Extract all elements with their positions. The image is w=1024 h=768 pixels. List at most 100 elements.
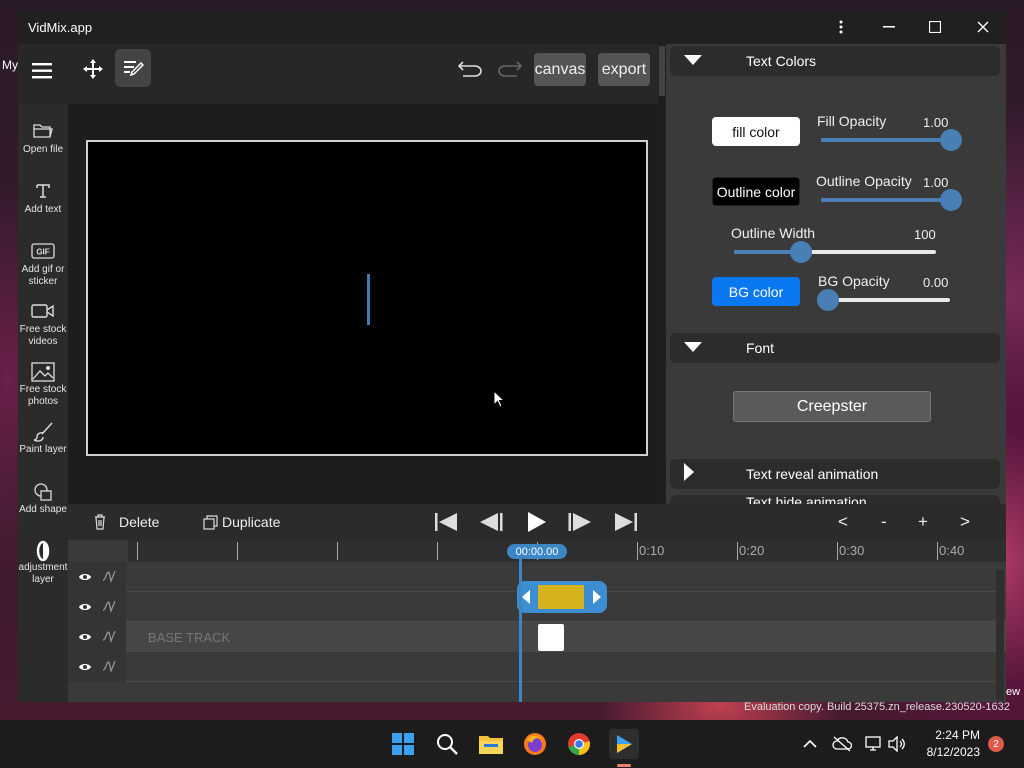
curve-icon[interactable] (102, 659, 116, 678)
file-explorer-icon[interactable] (477, 730, 505, 758)
section-text-reveal[interactable]: Text reveal animation (670, 459, 1000, 489)
step-forward-icon[interactable] (568, 511, 592, 533)
clip-right-handle-icon[interactable] (593, 590, 601, 609)
undo-icon[interactable] (456, 58, 484, 78)
gif-icon: GIF (18, 242, 68, 262)
redo-icon[interactable] (496, 58, 524, 78)
section-text-colors[interactable]: Text Colors (670, 46, 1000, 76)
search-icon[interactable] (433, 730, 461, 758)
sidebar-item-stock-photos[interactable]: Free stock photos (18, 362, 68, 408)
section-title: Text Colors (746, 53, 817, 69)
bg-opacity-value: 0.00 (923, 275, 949, 290)
chevron-down-icon (684, 339, 702, 357)
fill-color-button[interactable]: fill color (712, 117, 800, 146)
base-track-clip[interactable] (538, 624, 564, 651)
sidebar-item-add-text[interactable]: Add text (18, 182, 68, 216)
outline-color-button[interactable]: Outline color (712, 177, 800, 206)
current-time-indicator[interactable]: 00:00.00 (507, 544, 567, 559)
eye-icon[interactable] (78, 630, 92, 648)
fill-opacity-label: Fill Opacity (817, 113, 887, 129)
sidebar-item-label: Free stock videos (19, 324, 67, 347)
export-button[interactable]: export (598, 53, 650, 86)
sidebar-item-add-gif[interactable]: GIF Add gif or sticker (18, 242, 68, 288)
vidmix-app-icon[interactable] (609, 729, 639, 759)
chrome-icon[interactable] (565, 730, 593, 758)
curve-icon[interactable] (102, 569, 116, 588)
hamburger-menu-icon[interactable] (28, 56, 58, 86)
evaluation-watermark: Evaluation copy. Build 25375.zn_release.… (744, 701, 1010, 713)
zoom-next-button[interactable]: > (960, 512, 970, 532)
tick-label: 0:20 (739, 543, 765, 558)
eye-icon[interactable] (78, 660, 92, 678)
bg-opacity-slider[interactable] (817, 289, 950, 311)
paintbrush-icon (18, 422, 68, 442)
more-options-icon[interactable] (818, 10, 864, 44)
zoom-prev-button[interactable]: < (838, 512, 848, 532)
close-button[interactable] (960, 10, 1006, 44)
sidebar-item-adjustment-layer[interactable]: adjustment layer (18, 540, 68, 586)
trash-icon[interactable] (92, 513, 108, 531)
sidebar-item-add-shape[interactable]: Add shape (18, 482, 68, 516)
left-sidebar: Open file Add text GIF Add gif or sticke… (18, 104, 68, 702)
eye-icon[interactable] (78, 570, 92, 588)
zoom-out-button[interactable]: - (881, 512, 887, 532)
step-back-icon[interactable] (479, 511, 503, 533)
zoom-in-button[interactable]: + (918, 512, 928, 532)
properties-panel: Text Colors fill color Fill Opacity 1.00… (666, 44, 1006, 504)
timeline-scrollbar[interactable] (996, 570, 1004, 700)
outline-opacity-slider[interactable] (821, 189, 962, 211)
sidebar-item-label: Add gif or sticker (21, 264, 65, 287)
canvas-button[interactable]: canvas (534, 53, 586, 86)
duplicate-button[interactable]: Duplicate (222, 514, 280, 530)
clip-left-handle-icon[interactable] (522, 590, 530, 609)
eye-icon[interactable] (78, 600, 92, 618)
volume-icon[interactable] (883, 730, 911, 758)
skip-to-end-icon[interactable] (614, 511, 638, 533)
curve-icon[interactable] (102, 599, 116, 618)
play-icon[interactable] (525, 511, 549, 533)
delete-button[interactable]: Delete (119, 514, 159, 530)
move-tool-icon[interactable] (78, 54, 108, 84)
duplicate-icon[interactable] (202, 514, 218, 530)
cloud-offline-icon[interactable] (828, 730, 856, 758)
clock[interactable]: 2:24 PM 8/12/2023 (920, 727, 980, 761)
base-track-label: BASE TRACK (148, 630, 231, 645)
section-title: Text hide animation (746, 495, 867, 504)
start-button[interactable] (389, 730, 417, 758)
maximize-button[interactable] (912, 10, 958, 44)
outline-width-slider[interactable] (734, 241, 936, 263)
section-text-hide[interactable]: Text hide animation (670, 495, 1000, 504)
track-row[interactable] (68, 652, 1006, 682)
section-font[interactable]: Font (670, 333, 1000, 363)
window-title: VidMix.app (28, 19, 93, 35)
text-clip-thumbnail (538, 585, 584, 609)
sidebar-item-label: adjustment layer (18, 562, 68, 585)
chevron-up-icon[interactable] (796, 730, 824, 758)
base-track-row[interactable]: BASE TRACK (68, 622, 1006, 652)
font-select-button[interactable]: Creepster (733, 391, 931, 422)
video-camera-icon (18, 302, 68, 322)
timeline-ruler[interactable]: 0:10 0:20 0:30 0:40 (128, 540, 1006, 562)
text-clip[interactable] (517, 581, 607, 613)
playhead[interactable] (519, 546, 522, 702)
skip-to-start-icon[interactable] (434, 511, 458, 533)
desktop-text-fragment-2: ew (1006, 686, 1021, 698)
app-window: VidMix.app canvas export Open file Add t… (18, 10, 1006, 702)
sidebar-item-paint-layer[interactable]: Paint layer (18, 422, 68, 456)
curve-icon[interactable] (102, 629, 116, 648)
bg-color-button[interactable]: BG color (712, 277, 800, 306)
sidebar-item-open-file[interactable]: Open file (18, 122, 68, 156)
taskbar: 2:24 PM 8/12/2023 2 (0, 720, 1024, 768)
outline-width-value: 100 (914, 227, 936, 242)
section-title: Font (746, 340, 775, 356)
desktop-text-fragment: My (2, 58, 18, 72)
firefox-icon[interactable] (521, 730, 549, 758)
notification-badge[interactable]: 2 (988, 736, 1004, 752)
fill-opacity-slider[interactable] (821, 129, 962, 151)
sidebar-item-label: Add shape (19, 504, 67, 515)
toolbar-scrollbar[interactable] (658, 44, 666, 504)
sidebar-item-stock-videos[interactable]: Free stock videos (18, 302, 68, 348)
preview-canvas[interactable] (86, 140, 648, 456)
edit-text-tool-icon[interactable] (115, 49, 151, 87)
minimize-button[interactable] (866, 10, 912, 44)
